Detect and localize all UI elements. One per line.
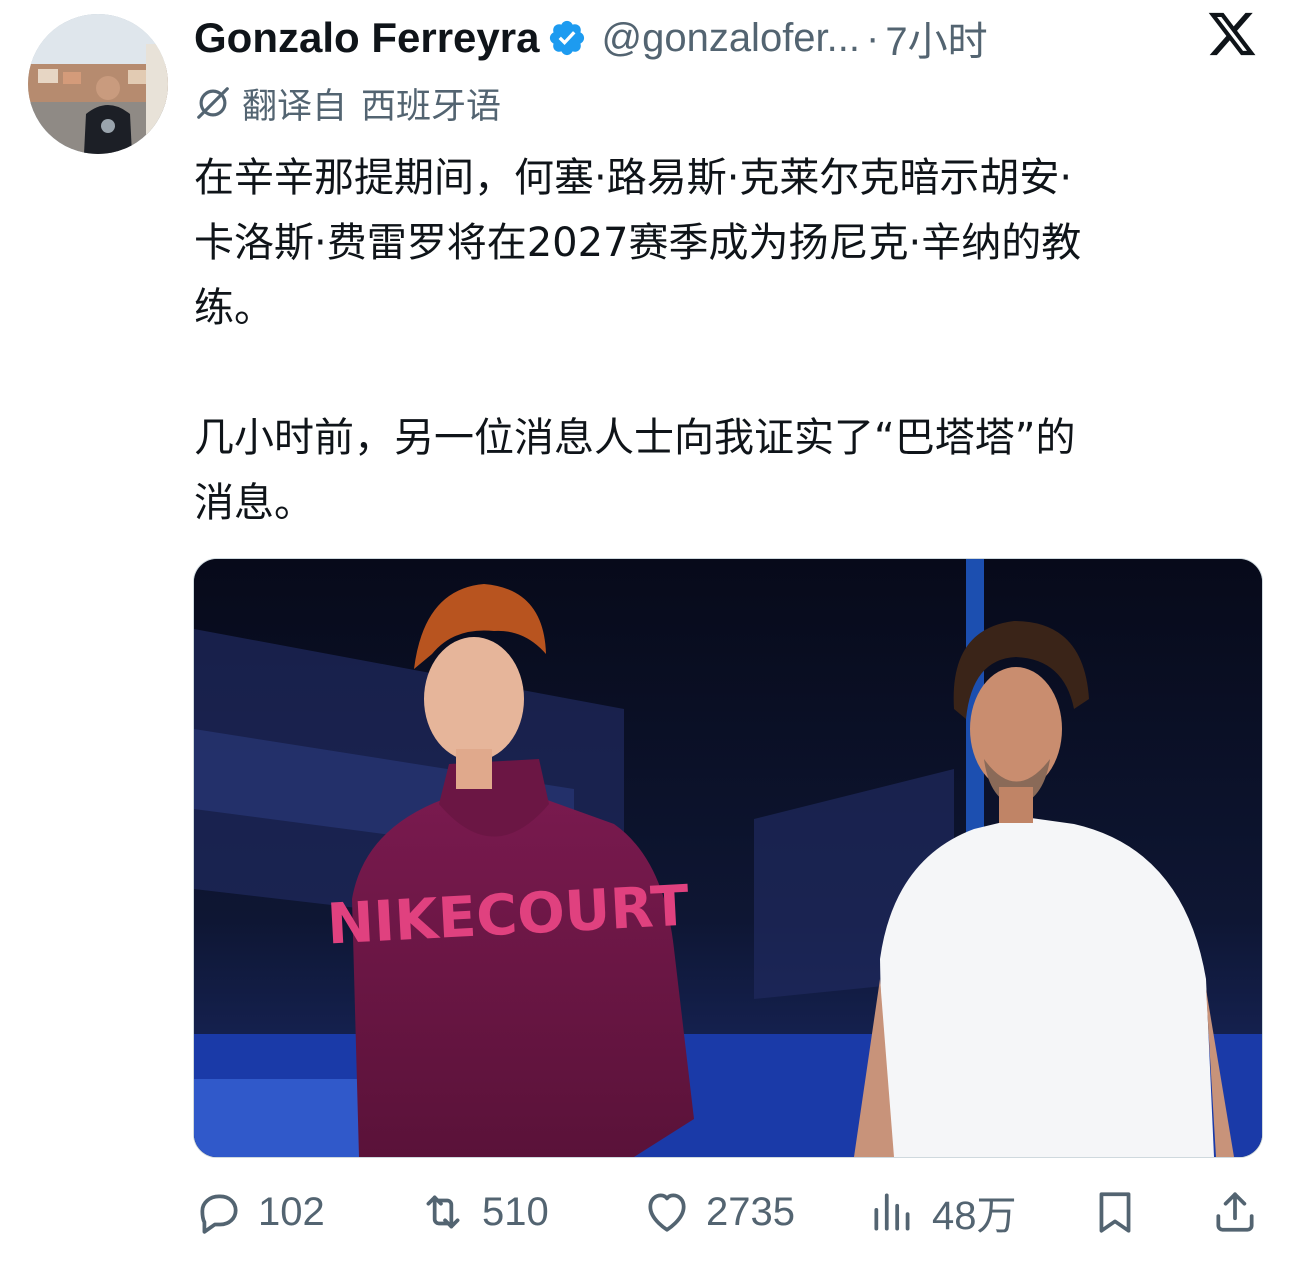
reply-button[interactable]: 102 [194,1180,325,1244]
verified-badge-icon [550,20,585,56]
avatar-photo [28,14,168,154]
views-button[interactable]: 48万 [868,1180,1017,1244]
tweet-text-line: 卡洛斯·费雷罗将在2027赛季成为扬尼克·辛纳的教 [194,220,1082,266]
like-count: 2735 [706,1189,795,1234]
avatar[interactable] [28,14,168,154]
bookmark-icon [1099,1192,1131,1233]
tweet-media-photo[interactable]: NIKECOURT [193,558,1263,1158]
tweet-text-line: 练。 [194,285,274,331]
retweet-button[interactable]: 510 [418,1180,549,1244]
translation-indicator[interactable]: 翻译自 西班牙语 [194,78,501,128]
heart-icon [648,1193,686,1232]
reply-icon [200,1194,238,1234]
like-button[interactable]: 2735 [642,1180,795,1244]
x-logo-icon [1208,12,1256,56]
tweet-text-line: 在辛辛那提期间，何塞·路易斯·克莱尔克暗示胡安· [194,155,1073,201]
tweet-text-line: 几小时前，另一位消息人士向我证实了“巴塔塔”的 [194,415,1076,461]
retweet-icon [426,1195,460,1229]
views-count: 48万 [932,1194,1017,1238]
reply-count: 102 [258,1189,325,1234]
share-button[interactable] [1210,1180,1260,1244]
author-name[interactable]: Gonzalo Ferreyra [194,14,539,62]
photo-illustration: NIKECOURT [194,559,1262,1157]
author-handle[interactable]: @gonzalofer... [601,16,860,61]
tweet-paragraph: 在辛辛那提期间，何塞·路易斯·克莱尔克暗示胡安· 卡洛斯·费雷罗将在2027赛季… [194,146,1274,341]
tweet-text-line: 消息。 [194,480,314,526]
tweet-text: 在辛辛那提期间，何塞·路易斯·克莱尔克暗示胡安· 卡洛斯·费雷罗将在2027赛季… [194,146,1274,536]
views-icon [874,1193,910,1231]
tweet-header: Gonzalo Ferreyra @gonzalofer... · 7小时 [194,10,988,66]
separator-dot: · [866,15,880,60]
translate-icon [197,87,229,119]
tweet-paragraph: 几小时前，另一位消息人士向我证实了“巴塔塔”的 消息。 [194,406,1274,536]
timestamp[interactable]: 7小时 [885,9,987,67]
tweet-action-bar: 102 510 2735 48万 [0,1180,1290,1244]
translation-language: 西班牙语 [361,86,502,127]
retweet-count: 510 [482,1189,549,1234]
bookmark-button[interactable] [1090,1180,1140,1244]
translation-label: 翻译自 [242,86,348,127]
share-icon [1216,1192,1254,1232]
